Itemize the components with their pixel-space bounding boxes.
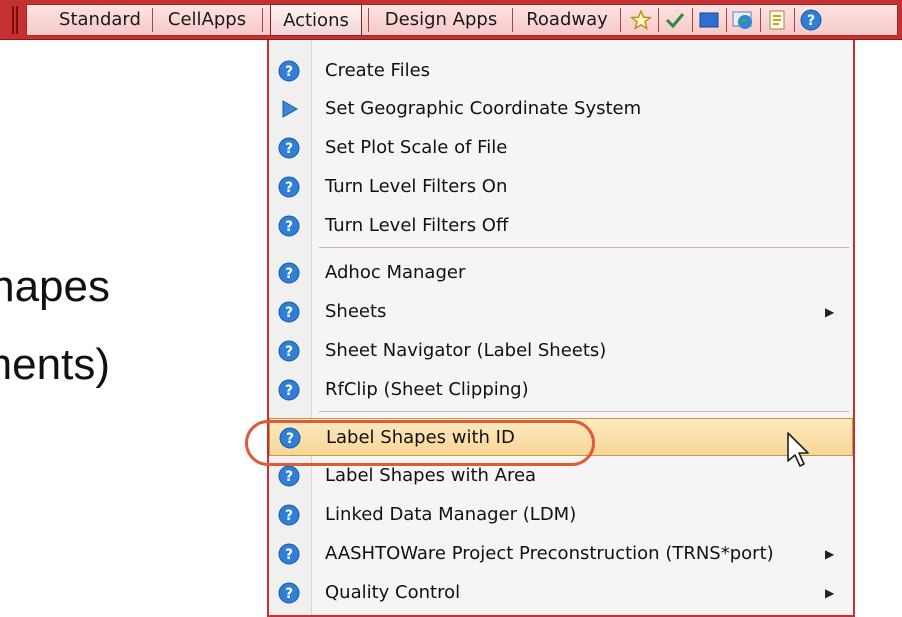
menu-item-set-geographic-coordinate-system[interactable]: Set Geographic Coordinate System — [269, 90, 853, 128]
toolbar-separator — [368, 8, 369, 32]
menu-item-label: Label Shapes with ID — [326, 427, 515, 448]
help-icon: ? — [278, 60, 300, 82]
mouse-cursor-icon — [786, 431, 812, 469]
svg-text:?: ? — [285, 469, 293, 485]
menu-item-label-shapes-with-id[interactable]: ? Label Shapes with ID — [269, 418, 853, 456]
menu-item-linked-data-manager[interactable]: ? Linked Data Manager (LDM) — [269, 496, 853, 534]
help-icon: ? — [278, 465, 300, 487]
slide-text-line-2: (Shape Elements). — [0, 340, 110, 389]
help-icon: ? — [278, 176, 300, 198]
svg-text:?: ? — [285, 547, 293, 563]
menu-item-aashtoware[interactable]: ? AASHTOWare Project Preconstruction (TR… — [269, 535, 853, 573]
menu-item-sheet-navigator[interactable]: ? Sheet Navigator (Label Sheets) — [269, 332, 853, 370]
help-icon: ? — [278, 582, 300, 604]
menu-item-adhoc-manager[interactable]: ? Adhoc Manager — [269, 254, 853, 292]
toolbar-separator — [620, 8, 621, 32]
toolbar: Standard CellApps Actions Design Apps Ro… — [0, 0, 902, 40]
menu-item-label: Turn Level Filters Off — [325, 215, 509, 236]
menu-item-label: Create Files — [325, 60, 431, 81]
help-icon: ? — [279, 427, 301, 449]
toolbar-separator — [692, 8, 693, 32]
svg-text:?: ? — [807, 13, 815, 29]
checkmark-icon[interactable] — [664, 9, 686, 31]
menu-item-label: RfClip (Sheet Clipping) — [325, 379, 529, 400]
play-icon — [278, 98, 300, 120]
help-icon: ? — [278, 340, 300, 362]
svg-text:?: ? — [285, 305, 293, 321]
menu-separator — [319, 247, 849, 248]
svg-text:?: ? — [285, 180, 293, 196]
folder-icon[interactable] — [698, 9, 720, 31]
menu-item-rfclip[interactable]: ? RfClip (Sheet Clipping) — [269, 371, 853, 409]
toolbar-tab-roadway[interactable]: Roadway — [518, 4, 616, 36]
toolbar-tab-design-apps[interactable]: Design Apps — [374, 4, 508, 36]
slide-text-line-1: Label Shapes. — [0, 262, 110, 311]
toolbar-tab-actions[interactable]: Actions — [270, 4, 362, 36]
menu-item-label: Adhoc Manager — [325, 262, 466, 283]
toolbar-separator — [658, 8, 659, 32]
menu-item-label: Turn Level Filters On — [325, 176, 508, 197]
star-icon[interactable] — [630, 9, 652, 31]
menu-item-label: Sheet Navigator (Label Sheets) — [325, 340, 607, 361]
help-icon: ? — [278, 543, 300, 565]
svg-text:?: ? — [285, 586, 293, 602]
help-icon: ? — [278, 301, 300, 323]
help-icon: ? — [278, 137, 300, 159]
svg-text:?: ? — [285, 141, 293, 157]
menu-item-label-shapes-with-area[interactable]: ? Label Shapes with Area — [269, 457, 853, 495]
menu-item-sheets[interactable]: ? Sheets ▶ — [269, 293, 853, 331]
menu-item-turn-level-filters-on[interactable]: ? Turn Level Filters On — [269, 168, 853, 206]
toolbar-grip[interactable] — [12, 6, 18, 34]
menu-item-label: Label Shapes with Area — [325, 465, 537, 486]
actions-dropdown-menu: ? Create Files Set Geographic Coordinate… — [267, 40, 855, 617]
toolbar-separator — [512, 8, 513, 32]
submenu-arrow-icon: ▶ — [825, 547, 835, 561]
svg-text:?: ? — [285, 508, 293, 524]
toolbar-separator — [794, 8, 795, 32]
toolbar-separator — [152, 8, 153, 32]
menu-item-label: Quality Control — [325, 582, 461, 603]
menu-item-set-plot-scale[interactable]: ? Set Plot Scale of File — [269, 129, 853, 167]
menu-item-label: Sheets — [325, 301, 387, 322]
help-icon: ? — [278, 215, 300, 237]
help-icon: ? — [278, 262, 300, 284]
menu-item-label: AASHTOWare Project Preconstruction (TRNS… — [325, 543, 774, 564]
toolbar-separator — [760, 8, 761, 32]
submenu-arrow-icon: ▶ — [825, 305, 835, 319]
menu-item-quality-control[interactable]: ? Quality Control ▶ — [269, 574, 853, 612]
menu-item-create-files[interactable]: ? Create Files — [269, 52, 853, 90]
toolbar-separator — [726, 8, 727, 32]
help-icon[interactable]: ? — [800, 9, 822, 31]
svg-text:?: ? — [285, 344, 293, 360]
globe-icon[interactable] — [732, 9, 754, 31]
toolbar-tab-standard[interactable]: Standard — [50, 4, 150, 36]
svg-text:?: ? — [285, 383, 293, 399]
svg-text:?: ? — [286, 431, 294, 447]
notepad-icon[interactable] — [766, 9, 788, 31]
submenu-arrow-icon: ▶ — [825, 586, 835, 600]
menu-item-label: Set Geographic Coordinate System — [325, 98, 642, 119]
svg-text:?: ? — [285, 219, 293, 235]
svg-text:?: ? — [285, 266, 293, 282]
menu-item-label: Linked Data Manager (LDM) — [325, 504, 577, 525]
toolbar-separator — [262, 8, 263, 32]
help-icon: ? — [278, 379, 300, 401]
menu-separator — [319, 411, 849, 412]
svg-text:?: ? — [285, 64, 293, 80]
menu-item-turn-level-filters-off[interactable]: ? Turn Level Filters Off — [269, 207, 853, 245]
help-icon: ? — [278, 504, 300, 526]
menu-item-label: Set Plot Scale of File — [325, 137, 508, 158]
toolbar-tab-cellapps[interactable]: CellApps — [156, 4, 258, 36]
